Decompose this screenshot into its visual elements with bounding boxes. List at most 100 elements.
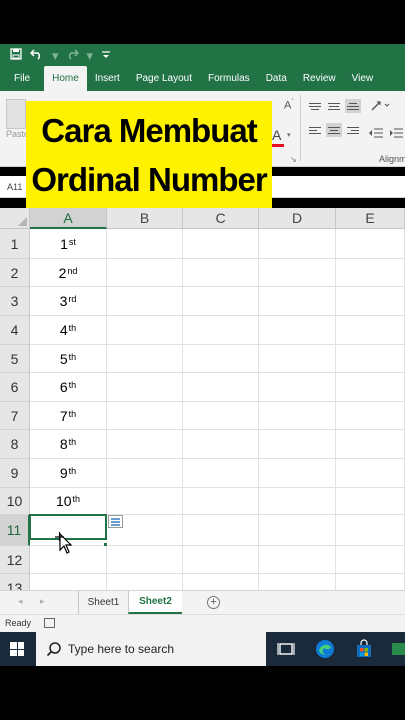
cell-b1[interactable] xyxy=(107,229,183,259)
taskbar-app-icon[interactable] xyxy=(392,639,405,659)
tab-home[interactable]: Home xyxy=(44,66,87,91)
name-box[interactable]: A11 xyxy=(0,179,28,195)
cell-e9[interactable] xyxy=(336,459,405,488)
cell-a6[interactable]: 6th xyxy=(30,373,107,402)
row-header-4[interactable]: 4 xyxy=(0,316,30,345)
cell-b3[interactable] xyxy=(107,287,183,316)
cell-e5[interactable] xyxy=(336,345,405,373)
cell-a5[interactable]: 5th xyxy=(30,345,107,373)
row-header-8[interactable]: 8 xyxy=(0,430,30,459)
macro-record-icon[interactable] xyxy=(44,618,55,628)
tab-insert[interactable]: Insert xyxy=(87,66,128,91)
tab-view[interactable]: View xyxy=(344,66,382,91)
cell-e10[interactable] xyxy=(336,488,405,515)
tab-page-layout[interactable]: Page Layout xyxy=(128,66,200,91)
sheet-tab-sheet1[interactable]: Sheet1 xyxy=(78,591,128,614)
cell-c1[interactable] xyxy=(183,229,259,259)
align-left-icon[interactable] xyxy=(307,123,323,137)
cell-b4[interactable] xyxy=(107,316,183,345)
cell-a2[interactable]: 2nd xyxy=(30,259,107,287)
align-right-icon[interactable] xyxy=(345,123,361,137)
cell-d7[interactable] xyxy=(259,402,336,430)
cell-e13[interactable] xyxy=(336,574,405,590)
column-header-c[interactable]: C xyxy=(183,208,259,229)
cell-c13[interactable] xyxy=(183,574,259,590)
spreadsheet-grid[interactable]: A B C D E 1 1st 2 2nd 3 3rd 4 4th 5 5th 6 6th 7 7th 8 8th 9 9 t… xyxy=(0,208,405,590)
cell-c4[interactable] xyxy=(183,316,259,345)
row-header-9[interactable]: 9 xyxy=(0,459,30,488)
cell-e8[interactable] xyxy=(336,430,405,459)
cell-a10[interactable]: 10th xyxy=(30,488,107,515)
row-header-10[interactable]: 10 xyxy=(0,488,30,515)
row-header-13[interactable]: 13 xyxy=(0,574,30,590)
cell-a3[interactable]: 3rd xyxy=(30,287,107,316)
cell-e11[interactable] xyxy=(336,515,405,546)
row-header-2[interactable]: 2 xyxy=(0,259,30,287)
prev-sheet-icon[interactable]: ◂ xyxy=(18,596,23,607)
cell-d4[interactable] xyxy=(259,316,336,345)
cell-c8[interactable] xyxy=(183,430,259,459)
add-sheet-icon[interactable]: + xyxy=(207,596,220,609)
cell-e12[interactable] xyxy=(336,546,405,574)
formula-input[interactable] xyxy=(274,179,405,195)
cell-b7[interactable] xyxy=(107,402,183,430)
cell-c11[interactable] xyxy=(183,515,259,546)
cell-d10[interactable] xyxy=(259,488,336,515)
cell-d8[interactable] xyxy=(259,430,336,459)
cell-d3[interactable] xyxy=(259,287,336,316)
task-view-icon[interactable] xyxy=(276,639,296,659)
fill-handle[interactable] xyxy=(103,542,108,547)
font-dialog-launcher-icon[interactable]: ↘ xyxy=(290,155,297,164)
edge-browser-icon[interactable] xyxy=(315,639,335,659)
row-header-12[interactable]: 12 xyxy=(0,546,30,574)
indent-icons[interactable] xyxy=(368,127,404,142)
cell-c9[interactable] xyxy=(183,459,259,488)
cell-c5[interactable] xyxy=(183,345,259,373)
orientation-icon[interactable] xyxy=(370,100,392,115)
column-header-a[interactable]: A xyxy=(30,208,107,229)
store-icon[interactable] xyxy=(354,639,374,659)
cell-e6[interactable] xyxy=(336,373,405,402)
cell-e7[interactable] xyxy=(336,402,405,430)
next-sheet-icon[interactable]: ▸ xyxy=(40,596,45,607)
cell-c12[interactable] xyxy=(183,546,259,574)
undo-dropdown-icon[interactable]: ▾ xyxy=(52,49,59,62)
cell-d12[interactable] xyxy=(259,546,336,574)
cell-b10[interactable] xyxy=(107,488,183,515)
cell-b2[interactable] xyxy=(107,259,183,287)
cell-a7[interactable]: 7th xyxy=(30,402,107,430)
cell-a4[interactable]: 4th xyxy=(30,316,107,345)
cell-b9[interactable] xyxy=(107,459,183,488)
undo-icon[interactable] xyxy=(29,48,44,62)
save-icon[interactable] xyxy=(10,48,22,62)
customize-icon[interactable] xyxy=(101,49,111,62)
paste-button[interactable] xyxy=(6,99,26,129)
tab-formulas[interactable]: Formulas xyxy=(200,66,258,91)
cell-e3[interactable] xyxy=(336,287,405,316)
sheet-tab-sheet2[interactable]: Sheet2 xyxy=(128,591,182,614)
cell-d11[interactable] xyxy=(259,515,336,546)
row-header-5[interactable]: 5 xyxy=(0,345,30,373)
top-align-icon[interactable] xyxy=(307,99,323,113)
cell-b6[interactable] xyxy=(107,373,183,402)
select-all-button[interactable] xyxy=(0,208,30,229)
cell-a13[interactable] xyxy=(30,574,107,590)
cell-c2[interactable] xyxy=(183,259,259,287)
font-color-icon[interactable]: A xyxy=(272,127,281,143)
tab-review[interactable]: Review xyxy=(295,66,344,91)
bottom-align-icon[interactable] xyxy=(345,99,361,113)
redo-icon[interactable] xyxy=(67,48,79,62)
cell-c7[interactable] xyxy=(183,402,259,430)
cell-d2[interactable] xyxy=(259,259,336,287)
row-header-6[interactable]: 6 xyxy=(0,373,30,402)
tab-file[interactable]: File xyxy=(0,66,44,91)
cell-b8[interactable] xyxy=(107,430,183,459)
font-color-dropdown-icon[interactable]: ▾ xyxy=(287,131,291,139)
column-header-e[interactable]: E xyxy=(336,208,405,229)
cell-c3[interactable] xyxy=(183,287,259,316)
cell-d1[interactable] xyxy=(259,229,336,259)
tab-data[interactable]: Data xyxy=(258,66,295,91)
cell-c6[interactable] xyxy=(183,373,259,402)
cell-e2[interactable] xyxy=(336,259,405,287)
cell-a9[interactable]: 9th xyxy=(30,459,107,488)
